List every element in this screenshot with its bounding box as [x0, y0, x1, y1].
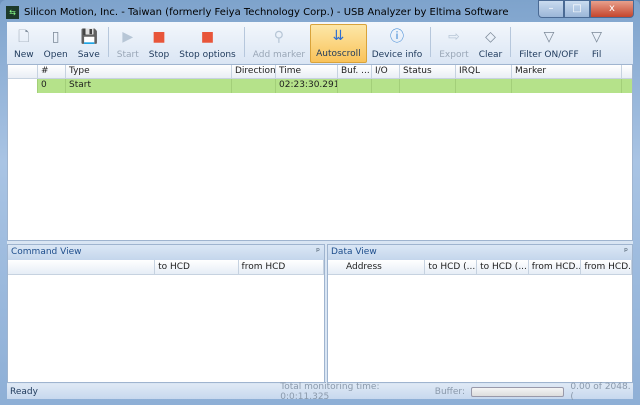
export-button[interactable]: ⇨ Export	[434, 24, 473, 63]
toolbar-label: New	[14, 50, 34, 60]
stop-icon: ■	[152, 29, 166, 45]
filter-on-off-button[interactable]: ▽ Filter ON/OFF	[514, 24, 583, 63]
toolbar-label: Fil	[591, 50, 602, 60]
filter-icon: ▽	[591, 29, 603, 45]
eraser-icon: ◇	[485, 29, 496, 45]
open-icon: ▯	[51, 29, 60, 45]
table-cell	[338, 79, 372, 93]
table-cell	[8, 79, 38, 93]
table-cell: Start	[66, 79, 232, 93]
pin-icon[interactable]: ᵖ	[624, 245, 628, 260]
column-header[interactable]: Type	[66, 65, 232, 78]
buffer-label: Buffer:	[434, 386, 465, 397]
toolbar-label: Export	[439, 50, 469, 60]
open-button[interactable]: ▯ Open	[39, 24, 73, 63]
toolbar-separator	[510, 27, 512, 57]
toolbar-label: Clear	[478, 50, 503, 60]
table-row[interactable]: 0 Start 02:23:30.291	[8, 79, 632, 93]
play-icon: ▶	[122, 29, 134, 45]
autoscroll-icon: ⇊	[332, 28, 345, 44]
toolbar: 🗋 New ▯ Open 💾 Save ▶ Start ■ Stop ■ Stop options ⚲ A…	[7, 22, 633, 63]
column-header[interactable]: I/O	[372, 65, 400, 78]
table-cell: 0	[38, 79, 66, 93]
column-header[interactable]: to HCD (...	[425, 260, 478, 274]
column-header[interactable]: Status	[400, 65, 456, 78]
info-icon: ⓘ	[389, 29, 404, 45]
toolbar-label: Open	[43, 50, 68, 60]
column-header[interactable]: IRQL	[456, 65, 512, 78]
maximize-button[interactable]: □	[564, 0, 590, 18]
column-header[interactable]: to HCD	[155, 260, 239, 274]
new-file-icon: 🗋	[18, 29, 30, 45]
start-button[interactable]: ▶ Start	[112, 24, 144, 63]
toolbar-separator	[243, 27, 245, 57]
fil-button[interactable]: ▽ Fil	[584, 24, 610, 63]
save-icon: 💾	[80, 29, 99, 45]
table-cell	[372, 79, 400, 93]
toolbar-separator	[430, 27, 432, 57]
toolbar-label: Start	[116, 50, 139, 60]
filter-icon: ▽	[543, 29, 555, 45]
command-view-header: to HCD from HCD	[8, 260, 325, 275]
column-header[interactable]: from HCD	[239, 260, 325, 274]
table-cell	[232, 79, 276, 93]
app-window: ⇆ Silicon Motion, Inc. - Taiwan (formerl…	[0, 0, 640, 405]
toolbar-label: Filter ON/OFF	[519, 50, 579, 60]
app-icon: ⇆	[6, 5, 19, 19]
device-info-button[interactable]: ⓘ Device info	[367, 24, 428, 63]
stop-options-button[interactable]: ■ Stop options	[174, 24, 240, 63]
pin-icon[interactable]: ᵖ	[316, 245, 320, 260]
minimize-button[interactable]: –	[538, 0, 564, 18]
column-header[interactable]	[8, 260, 156, 274]
data-view-pane: Data View ᵖ Address to HCD (... to HCD (...…	[327, 244, 633, 383]
title-bar: ⇆ Silicon Motion, Inc. - Taiwan (formerl…	[6, 4, 508, 20]
buffer-text: 0.00 of 2048.(	[570, 381, 631, 402]
clear-button[interactable]: ◇ Clear	[474, 24, 508, 63]
close-button[interactable]: x	[590, 0, 634, 18]
save-button[interactable]: 💾 Save	[73, 24, 105, 63]
table-cell: 02:23:30.291	[276, 79, 338, 93]
column-header[interactable]: Buf. ...	[338, 65, 372, 78]
toolbar-label: Autoscroll	[316, 49, 361, 59]
data-view-title: Data View	[331, 247, 377, 257]
packet-grid[interactable]: # Type Direction Time Buf. ... I/O Status IRQL M…	[7, 64, 633, 241]
column-header[interactable]: Address	[328, 260, 426, 274]
column-header[interactable]: to HCD (...	[477, 260, 529, 274]
toolbar-label: Stop	[148, 50, 170, 60]
toolbar-label: Stop options	[179, 50, 236, 60]
stop-button[interactable]: ■ Stop	[144, 24, 174, 63]
column-header[interactable]: #	[38, 65, 66, 78]
column-header[interactable]: Marker	[512, 65, 622, 78]
command-view-pane: Command View ᵖ to HCD from HCD	[7, 244, 325, 383]
column-header[interactable]: from HCD...	[529, 260, 582, 274]
toolbar-separator	[107, 27, 109, 57]
column-header[interactable]: Time	[276, 65, 338, 78]
toolbar-label: Device info	[371, 50, 423, 60]
table-cell	[456, 79, 512, 93]
column-header[interactable]: Direction	[232, 65, 276, 78]
export-icon: ⇨	[448, 29, 460, 45]
grid-header: # Type Direction Time Buf. ... I/O Status IRQL M…	[8, 65, 632, 79]
window-title: Silicon Motion, Inc. - Taiwan (formerly …	[24, 6, 509, 18]
command-view-title: Command View	[11, 247, 82, 257]
column-header[interactable]: from HCD...	[581, 260, 632, 274]
status-bar: Ready Total monitoring time: 0:0:11.325 …	[7, 381, 633, 402]
autoscroll-button[interactable]: ⇊ Autoscroll	[310, 24, 367, 63]
toolbar-label: Save	[77, 50, 100, 60]
status-text: Ready	[10, 386, 38, 397]
stop-options-icon: ■	[200, 29, 215, 45]
marker-icon: ⚲	[273, 29, 285, 45]
column-header[interactable]	[8, 65, 38, 78]
table-cell	[512, 79, 622, 93]
add-marker-button[interactable]: ⚲ Add marker	[248, 24, 310, 63]
data-view-header: Address to HCD (... to HCD (... from HCD...…	[328, 260, 632, 275]
buffer-progress	[470, 386, 565, 397]
toolbar-label: Add marker	[252, 50, 306, 60]
new-button[interactable]: 🗋 New	[9, 24, 39, 63]
table-cell	[400, 79, 456, 93]
monitoring-time: Total monitoring time: 0:0:11.325	[280, 381, 380, 402]
